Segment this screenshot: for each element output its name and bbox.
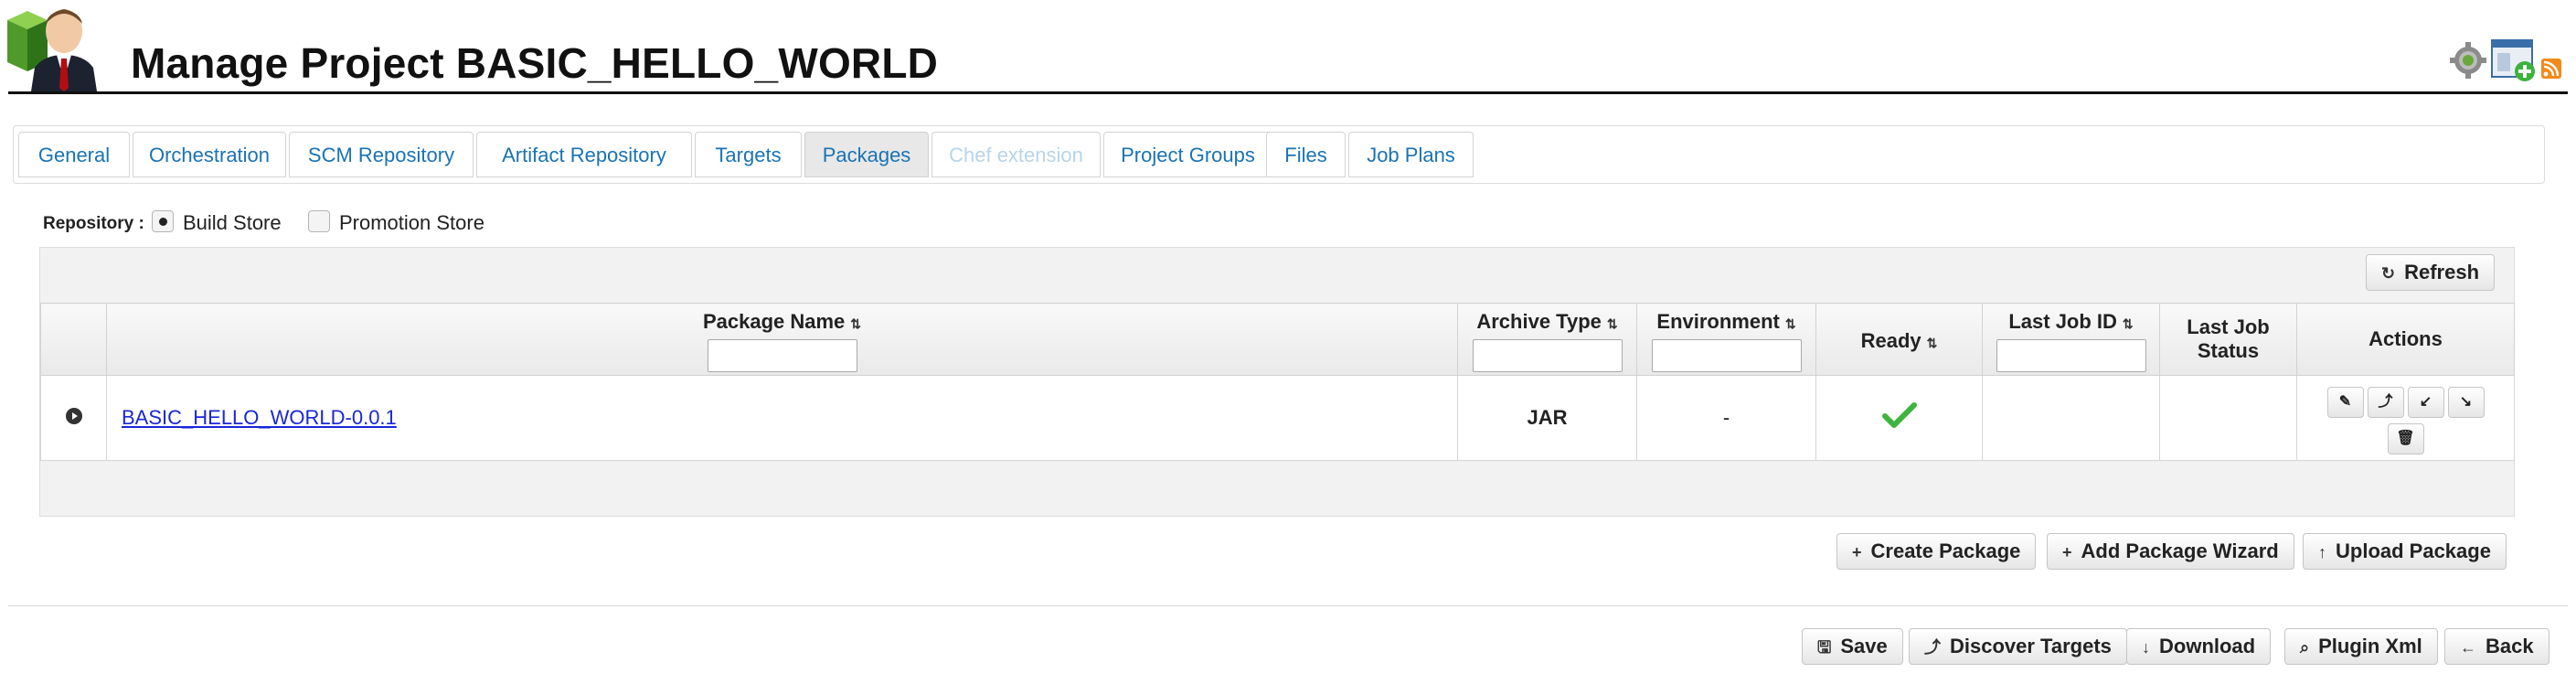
edit-icon[interactable]: ✎ [2326, 387, 2364, 418]
discover-targets-label: Discover Targets [1950, 635, 2112, 657]
user-avatar-icon [7, 9, 97, 91]
last-job-id-header-label: Last Job ID [2008, 310, 2117, 333]
refresh-label: Refresh [2404, 261, 2480, 283]
back-label: Back [2486, 635, 2534, 657]
save-label: Save [1840, 635, 1888, 657]
tab-general[interactable]: General [18, 132, 130, 177]
environment-header-label: Environment [1656, 310, 1780, 333]
table-row: BASIC_HELLO_WORLD-0.0.1 JAR - ✎ ⤴ ↙ ↘ 🗑 [40, 375, 2515, 461]
manage-project-page: Manage Project BASIC_HELLO_WORLD General… [0, 0, 2576, 673]
tab-orchestration[interactable]: Orchestration [133, 132, 286, 177]
last-job-id-filter[interactable] [1996, 339, 2146, 372]
refresh-button[interactable]: ↻ Refresh [2366, 254, 2496, 291]
environment-cell: - [1636, 375, 1816, 461]
refresh-icon: ↻ [2381, 264, 2396, 283]
add-package-wizard-label: Add Package Wizard [2081, 539, 2279, 562]
plugin-xml-button[interactable]: ⌕ Plugin Xml [2284, 628, 2438, 665]
actions-cell: ✎ ⤴ ↙ ↘ 🗑 [2296, 375, 2515, 461]
package-name-cell: BASIC_HELLO_WORLD-0.0.1 [106, 375, 1458, 461]
ready-header[interactable]: Ready ⇅ [1815, 303, 1983, 376]
settings-gear-icon[interactable] [2450, 42, 2486, 79]
create-package-label: Create Package [1870, 539, 2021, 562]
environment-filter[interactable] [1651, 339, 1802, 372]
rss-icon[interactable] [2541, 59, 2561, 79]
sort-icon: ⇅ [850, 316, 862, 331]
header-tools [2450, 39, 2561, 81]
tab-job-plans[interactable]: Job Plans [1348, 132, 1474, 177]
package-name-header[interactable]: Package Name ⇅ [106, 303, 1458, 376]
create-package-button[interactable]: + Create Package [1836, 533, 2037, 570]
tab-scm-repository[interactable]: SCM Repository [289, 132, 474, 177]
header-divider [8, 91, 2568, 94]
upload-package-label: Upload Package [2336, 539, 2491, 562]
package-name-header-label: Package Name [702, 310, 846, 333]
download-button[interactable]: ↓ Download [2126, 628, 2272, 665]
expand-column-header [40, 303, 107, 376]
page-title: Manage Project BASIC_HELLO_WORLD [131, 39, 939, 87]
tab-project-groups[interactable]: Project Groups [1103, 132, 1272, 177]
build-store-radio[interactable] [152, 210, 174, 232]
archive-type-filter[interactable] [1472, 339, 1623, 372]
tab-artifact-repository[interactable]: Artifact Repository [476, 132, 692, 177]
environment-header[interactable]: Environment ⇅ [1636, 303, 1816, 376]
promote-icon[interactable]: ⤴ [2367, 387, 2404, 418]
plus-icon: + [2062, 543, 2072, 561]
project-tabs: General Orchestration SCM Repository Art… [13, 125, 2545, 184]
search-icon: ⌕ [2300, 638, 2310, 657]
expand-cell[interactable] [40, 375, 107, 461]
last-job-id-cell [1982, 375, 2160, 461]
add-window-icon[interactable] [2491, 39, 2535, 81]
upload-package-button[interactable]: ↑ Upload Package [2303, 533, 2507, 570]
last-job-id-header[interactable]: Last Job ID ⇅ [1982, 303, 2160, 376]
download-icon: ↓ [2142, 638, 2150, 657]
tab-chef-extension: Chef extension [931, 132, 1101, 177]
discover-icon: ⤴ [1924, 638, 1941, 657]
packages-table: Package Name ⇅ Archive Type ⇅ Environment ⇅… [40, 303, 2515, 461]
package-name-filter[interactable] [707, 339, 857, 372]
packages-grid: ↻ Refresh Package Name ⇅ Archive Type ⇅ … [39, 247, 2515, 517]
table-header-row: Package Name ⇅ Archive Type ⇅ Environment ⇅… [40, 303, 2515, 376]
last-job-status-header-line1: Last Job [2187, 315, 2270, 338]
sort-icon: ⇅ [2122, 316, 2134, 331]
archive-type-header[interactable]: Archive Type ⇅ [1457, 303, 1637, 376]
tab-targets[interactable]: Targets [695, 132, 802, 177]
ready-cell [1815, 375, 1983, 461]
save-button[interactable]: 🖫 Save [1802, 628, 1903, 665]
last-job-status-header-line2: Status [2197, 339, 2260, 362]
expand-arrow-icon[interactable]: ↘ [2447, 387, 2485, 418]
sort-icon: ⇅ [1926, 336, 1938, 350]
delete-icon[interactable]: 🗑 [2387, 423, 2424, 454]
discover-targets-button[interactable]: ⤴ Discover Targets [1909, 628, 2127, 665]
plus-icon: + [1852, 543, 1862, 561]
radio-selected-dot [159, 218, 167, 226]
sort-icon: ⇅ [1606, 316, 1618, 331]
ready-header-label: Ready [1860, 329, 1921, 352]
download-label: Download [2159, 635, 2256, 657]
sort-icon: ⇅ [1784, 316, 1796, 331]
save-icon: 🖫 [1817, 638, 1832, 657]
build-store-label[interactable]: Build Store [183, 211, 282, 235]
plugin-xml-label: Plugin Xml [2318, 635, 2422, 657]
last-job-status-cell [2159, 375, 2297, 461]
ready-check-icon [1881, 402, 1917, 428]
last-job-status-header: Last Job Status [2159, 303, 2297, 376]
package-link[interactable]: BASIC_HELLO_WORLD-0.0.1 [122, 406, 397, 429]
archive-type-header-label: Archive Type [1476, 310, 1602, 333]
back-button[interactable]: ← Back [2444, 628, 2549, 665]
archive-type-cell: JAR [1457, 375, 1637, 461]
add-package-wizard-button[interactable]: + Add Package Wizard [2047, 533, 2294, 570]
promotion-store-label[interactable]: Promotion Store [339, 211, 484, 235]
expand-row-icon[interactable] [65, 408, 82, 424]
repository-label: Repository : [43, 214, 144, 233]
promotion-store-radio[interactable] [308, 210, 330, 232]
footer-divider [8, 605, 2568, 606]
actions-header: Actions [2296, 303, 2515, 376]
collapse-icon[interactable]: ↙ [2407, 387, 2444, 418]
back-arrow-icon: ← [2460, 638, 2476, 657]
actions-header-label: Actions [2368, 327, 2443, 350]
upload-arrow-icon: ↑ [2318, 543, 2326, 561]
tab-files[interactable]: Files [1266, 132, 1346, 177]
tab-packages[interactable]: Packages [804, 132, 929, 177]
